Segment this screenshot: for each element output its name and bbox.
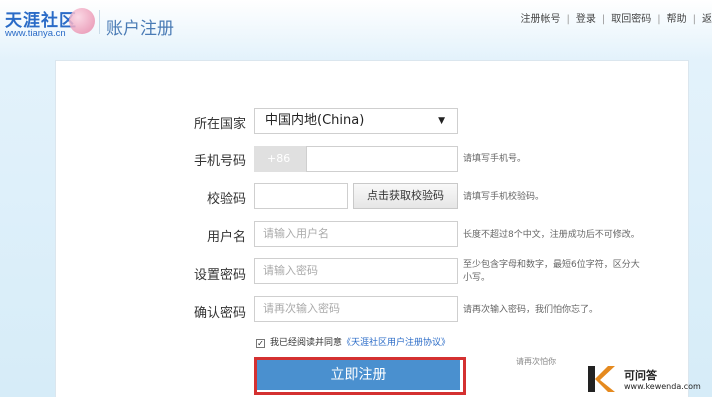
- header: 天涯社区 www.tianya.cn 账户注册 注册帐号 | 登录 | 取回密码 | 帮助 |…: [0, 0, 712, 55]
- username-label: 用户名: [206, 230, 246, 245]
- password-hint-line1: 至少包含字母和数字，最短6位字符，区分大: [463, 260, 640, 270]
- code-hint: 请填写手机校验码。: [463, 192, 545, 202]
- nav-login[interactable]: 登录: [576, 14, 596, 25]
- header-divider: [99, 10, 100, 34]
- watermark: 可问答 www.kewenda.com: [586, 364, 710, 396]
- watermark-url: www.kewenda.com: [624, 382, 701, 391]
- agree-text: 我已经阅读并同意: [270, 338, 343, 348]
- phone-label: 手机号码: [193, 154, 246, 169]
- phone-input[interactable]: [306, 146, 458, 172]
- code-label: 校验码: [206, 192, 246, 207]
- confirm-password-label: 确认密码: [193, 306, 246, 321]
- nav-return[interactable]: 返: [702, 14, 712, 25]
- top-nav: 注册帐号 | 登录 | 取回密码 | 帮助 | 返: [520, 14, 712, 25]
- tianya-logo[interactable]: 天涯社区 www.tianya.cn: [5, 6, 97, 42]
- register-button[interactable]: 立即注册: [257, 360, 460, 390]
- country-value: 中国内地(China): [265, 113, 365, 128]
- faint-hint: 请再次怕你: [516, 357, 556, 366]
- password-hint-line2: 小写。: [463, 273, 491, 283]
- page-title: 账户注册: [106, 19, 174, 39]
- phone-hint: 请填写手机号。: [463, 154, 527, 164]
- logo-url: www.tianya.cn: [5, 28, 66, 39]
- agreement-link[interactable]: 《天涯社区用户注册协议》: [342, 338, 450, 348]
- confirm-password-input[interactable]: 请再次输入密码: [254, 296, 458, 322]
- agree-checkbox[interactable]: ✓: [256, 339, 265, 348]
- username-input[interactable]: 请输入用户名: [254, 221, 458, 247]
- nav-help[interactable]: 帮助: [667, 14, 687, 25]
- watermark-title: 可问答: [624, 369, 657, 382]
- country-label: 所在国家: [193, 117, 246, 132]
- agreement-row: ✓ 我已经阅读并同意《天涯社区用户注册协议》: [256, 335, 450, 348]
- country-select[interactable]: 中国内地(China) ▼: [254, 108, 458, 134]
- confirm-password-hint: 请再次输入密码，我们怕你忘了。: [463, 305, 599, 315]
- nav-register[interactable]: 注册帐号: [521, 14, 561, 25]
- username-hint: 长度不超过8个中文，注册成功后不可修改。: [463, 230, 640, 240]
- k-logo-icon: [588, 366, 615, 392]
- logo-ball-icon: [69, 8, 95, 34]
- dropdown-arrow-icon: ▼: [438, 116, 445, 126]
- code-input[interactable]: [254, 183, 348, 209]
- get-code-button[interactable]: 点击获取校验码: [353, 183, 458, 209]
- password-input[interactable]: 请输入密码: [254, 258, 458, 284]
- password-label: 设置密码: [193, 268, 246, 283]
- nav-recover-password[interactable]: 取回密码: [611, 14, 651, 25]
- phone-prefix: +86: [254, 146, 306, 172]
